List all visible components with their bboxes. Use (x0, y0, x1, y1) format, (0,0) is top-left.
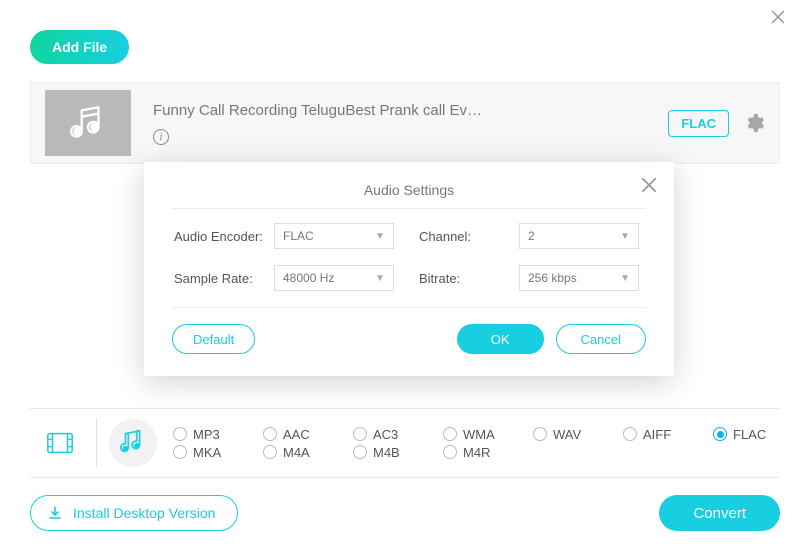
radio-icon (263, 427, 277, 441)
caret-down-icon: ▼ (375, 273, 385, 284)
radio-icon (353, 445, 367, 459)
format-option-label: WAV (553, 427, 581, 442)
audio-settings-modal: Audio Settings Audio Encoder: FLAC ▼ Cha… (144, 162, 674, 376)
modal-title: Audio Settings (172, 176, 646, 208)
caret-down-icon: ▼ (375, 231, 385, 242)
add-file-button[interactable]: Add File (30, 30, 129, 64)
radio-icon (443, 427, 457, 441)
film-icon (45, 428, 75, 458)
format-option-m4a[interactable]: M4A (263, 445, 345, 460)
cancel-button[interactable]: Cancel (556, 324, 646, 354)
format-option-m4r[interactable]: M4R (443, 445, 525, 460)
format-option-label: AAC (283, 427, 310, 442)
radio-icon (263, 445, 277, 459)
audio-encoder-value: FLAC (283, 229, 314, 243)
install-desktop-label: Install Desktop Version (73, 505, 215, 521)
music-note-icon (67, 102, 109, 144)
format-option-ac3[interactable]: AC3 (353, 427, 435, 442)
format-option-label: AC3 (373, 427, 398, 442)
divider (96, 418, 97, 468)
audio-encoder-select[interactable]: FLAC ▼ (274, 223, 394, 249)
caret-down-icon: ▼ (620, 273, 630, 284)
file-row: Funny Call Recording TeluguBest Prank ca… (30, 82, 780, 164)
gear-icon[interactable] (743, 112, 765, 134)
sample-rate-label: Sample Rate: (174, 271, 274, 286)
channel-select[interactable]: 2 ▼ (519, 223, 639, 249)
video-type-toggle[interactable] (30, 408, 90, 478)
music-icon (118, 428, 148, 458)
download-icon (47, 505, 63, 521)
sample-rate-select[interactable]: 48000 Hz ▼ (274, 265, 394, 291)
default-button[interactable]: Default (172, 324, 255, 354)
format-option-label: AIFF (643, 427, 671, 442)
sample-rate-value: 48000 Hz (283, 271, 334, 285)
format-option-flac[interactable]: FLAC (713, 427, 795, 442)
install-desktop-button[interactable]: Install Desktop Version (30, 495, 238, 531)
radio-icon (173, 427, 187, 441)
caret-down-icon: ▼ (620, 231, 630, 242)
radio-icon (623, 427, 637, 441)
format-option-mp3[interactable]: MP3 (173, 427, 255, 442)
info-icon[interactable]: i (153, 129, 169, 145)
bitrate-select[interactable]: 256 kbps ▼ (519, 265, 639, 291)
format-option-label: M4B (373, 445, 400, 460)
modal-close-icon[interactable] (640, 174, 658, 200)
format-option-wma[interactable]: WMA (443, 427, 525, 442)
format-option-label: M4R (463, 445, 490, 460)
audio-type-toggle[interactable] (109, 419, 157, 467)
channel-label: Channel: (419, 229, 519, 244)
divider (172, 208, 646, 209)
radio-icon (173, 445, 187, 459)
radio-icon (353, 427, 367, 441)
format-option-aac[interactable]: AAC (263, 427, 345, 442)
audio-encoder-label: Audio Encoder: (174, 229, 274, 244)
radio-icon (443, 445, 457, 459)
format-option-mka[interactable]: MKA (173, 445, 255, 460)
convert-button[interactable]: Convert (659, 495, 780, 531)
file-title: Funny Call Recording TeluguBest Prank ca… (153, 102, 668, 119)
bitrate-value: 256 kbps (528, 271, 577, 285)
format-option-label: FLAC (733, 427, 766, 442)
bitrate-label: Bitrate: (419, 271, 519, 286)
format-option-wav[interactable]: WAV (533, 427, 615, 442)
radio-icon (533, 427, 547, 441)
radio-icon (713, 427, 727, 441)
format-option-label: MP3 (193, 427, 220, 442)
format-option-m4b[interactable]: M4B (353, 445, 435, 460)
format-option-aiff[interactable]: AIFF (623, 427, 705, 442)
format-options-grid: MP3 AAC AC3 WMA WAV AIFF FLAC MKA M4A M4B M4R (163, 424, 795, 463)
output-format-badge[interactable]: FLAC (668, 110, 729, 137)
format-option-label: WMA (463, 427, 495, 442)
window-close-icon[interactable] (770, 8, 786, 31)
file-thumbnail (45, 90, 131, 156)
format-option-label: MKA (193, 445, 221, 460)
channel-value: 2 (528, 229, 535, 243)
ok-button[interactable]: OK (457, 324, 544, 354)
format-option-label: M4A (283, 445, 310, 460)
format-bar: MP3 AAC AC3 WMA WAV AIFF FLAC MKA M4A M4B M4R (30, 408, 780, 478)
